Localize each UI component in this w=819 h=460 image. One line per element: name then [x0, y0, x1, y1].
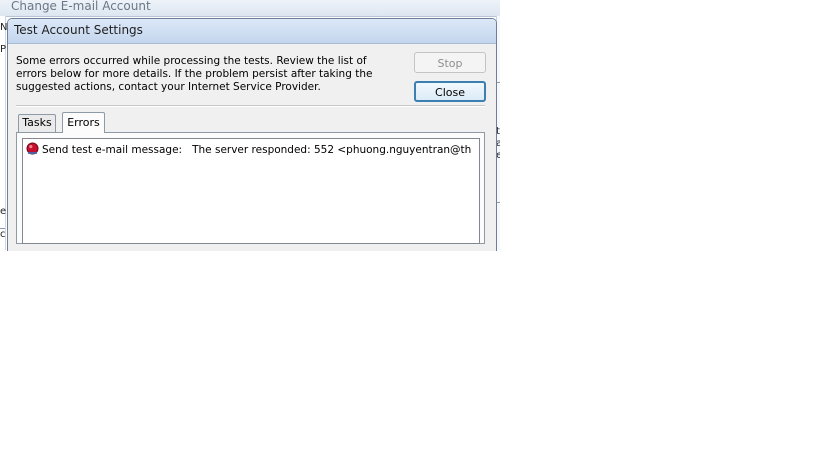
error-icon: [26, 142, 39, 155]
background-window-titlebar: Change E-mail Account: [0, 0, 500, 17]
error-detail: The server responded: 552 <phuong.nguyen…: [192, 144, 472, 156]
tab-tasks[interactable]: Tasks: [18, 114, 56, 132]
errors-tab-panel: Send test e-mail message: The server resp…: [16, 132, 485, 244]
test-account-settings-dialog: Test Account Settings Some errors occurr…: [7, 18, 497, 251]
error-task-name: Send test e-mail message:: [42, 144, 183, 156]
separator: [16, 105, 485, 107]
close-button[interactable]: Close: [414, 81, 486, 102]
errors-list[interactable]: Send test e-mail message: The server resp…: [22, 138, 480, 244]
tab-errors[interactable]: Errors: [62, 112, 105, 133]
background-text-fragment: e: [0, 206, 7, 217]
background-window-right-divider: [497, 82, 500, 83]
dialog-titlebar[interactable]: Test Account Settings: [8, 19, 496, 44]
background-window-title: Change E-mail Account: [11, 0, 151, 13]
background-text-fragment: c: [0, 229, 6, 240]
list-item[interactable]: Send test e-mail message: The server resp…: [26, 142, 471, 157]
dialog-title: Test Account Settings: [14, 23, 143, 37]
background-window-right-divider: [497, 202, 500, 203]
stop-button[interactable]: Stop: [414, 52, 486, 73]
status-message: Some errors occurred while processing th…: [16, 55, 373, 93]
background-text-fragment: P: [0, 44, 7, 55]
